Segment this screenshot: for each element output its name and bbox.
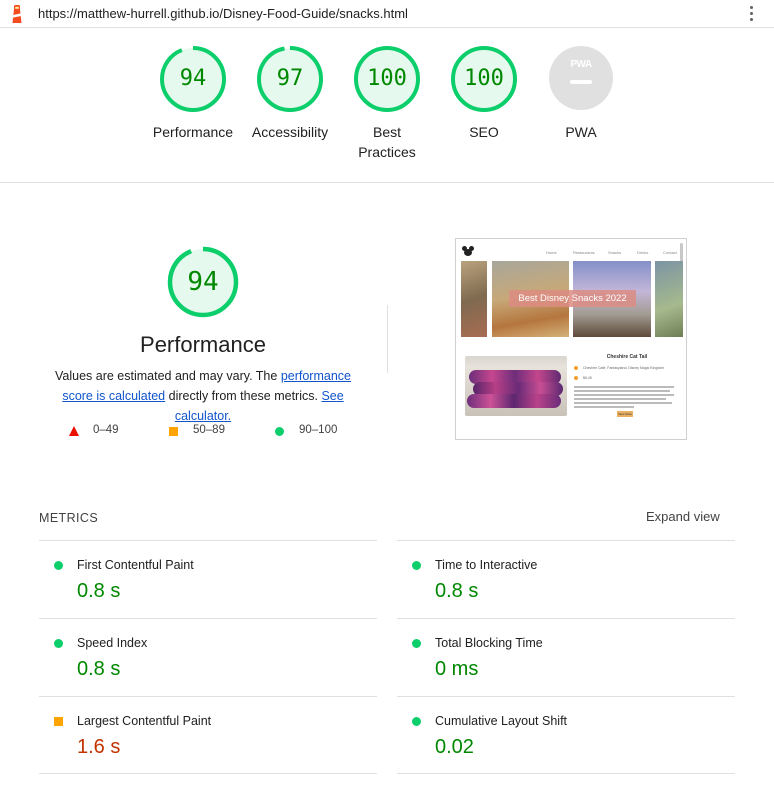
pass-circle-icon [412,639,421,648]
gauge-label: PWA [565,124,597,140]
divider [387,305,388,373]
gauge-score: 97 [276,66,304,91]
pass-circle-icon [412,561,421,570]
metric-time-to-interactive: Time to Interactive 0.8 s [397,540,735,618]
metric-speed-index: Speed Index 0.8 s [39,618,377,696]
pass-circle-icon [54,561,63,570]
screenshot-nav-item: Contact [663,250,677,255]
screenshot-view-more-button: View More [617,411,633,417]
gauge-score: 100 [367,66,407,91]
final-screenshot[interactable]: Home Restaurants Snacks Drinks Contact B… [455,238,687,440]
gauge-label: Performance [152,124,234,140]
screenshot-description-lines [574,386,674,410]
screenshot-card-title: Cheshire Cat Tail [606,354,648,360]
lighthouse-logo-icon [12,5,22,23]
gauge-best-practices[interactable]: 100 Best Practices [337,46,437,162]
gauge-ring: 94 [160,46,226,112]
gauge-accessibility[interactable]: 97 Accessibility [240,46,340,142]
performance-title: Performance [140,332,266,357]
pass-circle-icon [412,717,421,726]
performance-gauge: 94 [167,246,239,318]
category-gauges: 94 Performance 97 Accessibility 100 Best… [0,28,774,183]
square-icon [169,427,178,436]
pwa-badge-text: PWA [570,59,592,70]
gauge-score: 94 [179,66,207,91]
metrics-bottom-divider [39,773,377,774]
pass-circle-icon [54,639,63,648]
screenshot-nav-item: Drinks [637,250,649,255]
circle-icon [275,427,284,436]
metrics-bottom-divider [397,773,735,774]
gauge-seo[interactable]: 100 SEO [434,46,534,142]
average-square-icon [54,717,63,726]
metric-first-contentful-paint: First Contentful Paint 0.8 s [39,540,377,618]
screenshot-banner: Best Disney Snacks 2022 [509,290,636,307]
screenshot-nav-item: Snacks [608,250,622,255]
gauge-label: Accessibility [251,124,329,140]
pwa-badge-icon: PWA [549,46,613,110]
metric-total-blocking-time: Total Blocking Time 0 ms [397,618,735,696]
expand-view-toggle[interactable]: Expand view [646,509,720,524]
gauge-ring: 100 [354,46,420,112]
screenshot-nav-item: Restaurants [573,250,595,255]
triangle-icon [69,426,79,436]
page-url-link[interactable]: https://matthew-hurrell.github.io/Disney… [38,6,408,21]
gauge-label: Best Practices [358,124,416,160]
more-options-icon[interactable] [750,6,754,22]
metrics-heading: METRICS [39,511,99,525]
performance-score: 94 [187,267,219,297]
gauge-pwa[interactable]: PWA PWA [531,46,631,142]
gauge-ring: 100 [451,46,517,112]
performance-description: Values are estimated and may vary. The p… [55,369,351,423]
gauge-performance[interactable]: 94 Performance [143,46,243,142]
screenshot-hero-image: Best Disney Snacks 2022 [461,261,683,337]
gauge-score: 100 [464,66,504,91]
gauge-ring: 97 [257,46,323,112]
screenshot-food-image [465,356,567,416]
gauge-label: SEO [469,124,499,140]
mickey-logo-icon [462,246,474,256]
metric-largest-contentful-paint: Largest Contentful Paint 1.6 s [39,696,377,774]
metric-cumulative-layout-shift: Cumulative Layout Shift 0.02 [397,696,735,774]
report-topbar: https://matthew-hurrell.github.io/Disney… [0,0,774,28]
screenshot-nav-item: Home [546,250,557,255]
